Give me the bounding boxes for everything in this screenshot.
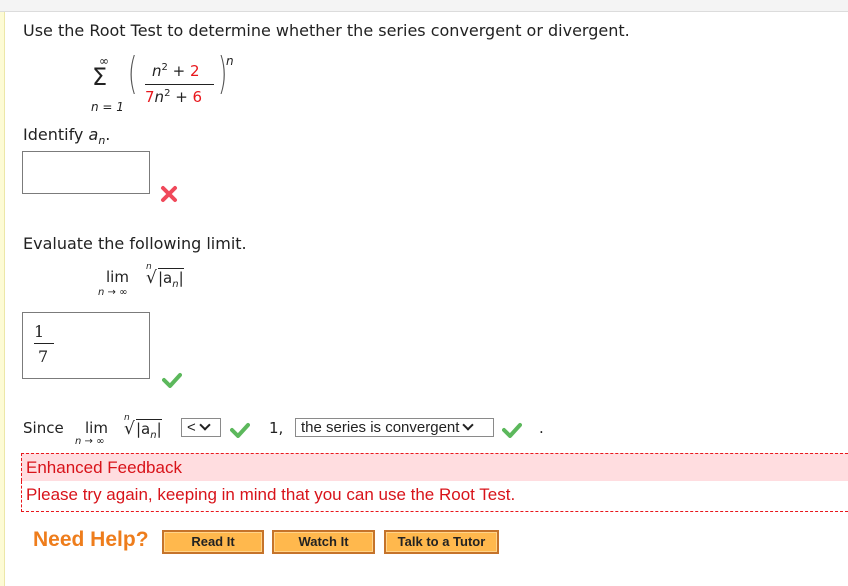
- den-var: n: [154, 88, 165, 106]
- fraction-bar: [145, 84, 214, 85]
- since-radicand: |an|: [136, 419, 162, 441]
- x-mark-icon: [161, 186, 177, 202]
- since-lim-subscript: n → ∞: [75, 436, 105, 447]
- feedback-body: Please try again, keeping in mind that y…: [21, 481, 848, 512]
- feedback-header: Enhanced Feedback: [21, 453, 848, 481]
- since-label: Since: [23, 419, 64, 437]
- sentence-end: .: [539, 419, 544, 437]
- watch-it-button[interactable]: Watch It: [272, 530, 375, 554]
- check-icon: [502, 423, 522, 438]
- num-const: 2: [190, 62, 200, 80]
- chevron-down-icon: [199, 419, 211, 431]
- answer-denominator: 7: [38, 347, 49, 366]
- outer-exponent: n: [226, 54, 234, 68]
- lim-subscript: n → ∞: [98, 287, 128, 298]
- answer-numerator: 1: [34, 322, 45, 341]
- radical-icon: √: [146, 268, 157, 288]
- conclusion-select[interactable]: the series is convergent: [295, 418, 494, 437]
- left-margin-bar: [0, 12, 5, 586]
- sigma-symbol: Σ: [92, 63, 108, 91]
- identify-label: Identify an.: [23, 125, 110, 147]
- left-paren: (: [127, 48, 138, 99]
- check-icon: [230, 423, 250, 438]
- conclusion-value: the series is convergent: [301, 419, 460, 436]
- evaluate-label: Evaluate the following limit.: [23, 234, 247, 253]
- since-radicand-end: |: [156, 420, 162, 438]
- need-help-label: Need Help?: [33, 528, 149, 551]
- a-var: a: [88, 125, 99, 144]
- read-it-button[interactable]: Read It: [162, 530, 264, 554]
- question-prompt: Use the Root Test to determine whether t…: [23, 21, 630, 40]
- num-var: n: [152, 62, 162, 80]
- answer-fraction-bar: [34, 343, 54, 344]
- since-radicand-text: |a: [136, 420, 151, 438]
- comparison-value-one: 1,: [269, 419, 284, 437]
- den-op: +: [170, 88, 193, 106]
- den-const: 6: [192, 88, 203, 106]
- den-coef: 7: [145, 88, 155, 106]
- radicand: |an|: [158, 268, 184, 290]
- since-lim-text: lim: [85, 419, 108, 437]
- series-denominator: 7n2 + 6: [145, 88, 202, 106]
- top-strip: [0, 0, 848, 12]
- lim-text: lim: [106, 268, 129, 286]
- feedback-title: Enhanced Feedback: [26, 458, 182, 477]
- check-icon: [162, 373, 182, 388]
- sum-lower-limit: n = 1: [91, 100, 124, 114]
- feedback-message: Please try again, keeping in mind that y…: [26, 485, 516, 504]
- identify-text: Identify: [23, 125, 84, 144]
- num-op: +: [167, 62, 190, 80]
- radicand-text: |a: [158, 269, 173, 287]
- identify-end: .: [105, 125, 111, 144]
- series-numerator: n2 + 2: [152, 62, 200, 80]
- talk-to-tutor-button[interactable]: Talk to a Tutor: [384, 530, 499, 554]
- chevron-down-icon: [462, 419, 475, 431]
- an-answer-input[interactable]: [22, 151, 150, 194]
- radicand-end: |: [178, 269, 184, 287]
- comparison-select[interactable]: <: [181, 418, 221, 437]
- comparison-value: <: [187, 419, 196, 436]
- since-radical-icon: √: [124, 419, 135, 439]
